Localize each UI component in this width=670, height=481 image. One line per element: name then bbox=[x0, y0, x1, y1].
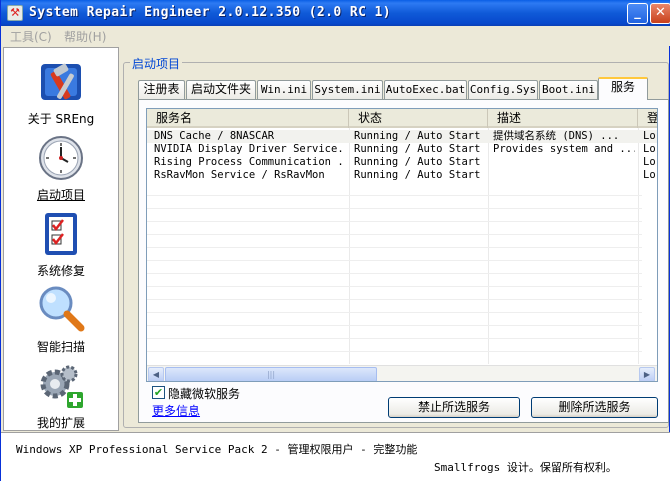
title-bar[interactable]: ⚒ System Repair Engineer 2.0.12.350 (2.0… bbox=[1, 0, 670, 26]
sidebar-item-smart-scan[interactable]: 智能扫描 bbox=[4, 282, 118, 356]
row-divider bbox=[147, 260, 642, 261]
horizontal-scrollbar[interactable]: ◀ ||| ▶ bbox=[147, 365, 657, 381]
tab-boot-ini[interactable]: Boot.ini bbox=[539, 80, 598, 99]
row-divider bbox=[147, 234, 642, 235]
services-list[interactable]: 服务名 状态 描述 登 DNS Cache / 8NASCAR Running … bbox=[146, 108, 658, 382]
clock-icon bbox=[39, 136, 83, 180]
service-logon-cell: Lo bbox=[643, 130, 656, 142]
menu-tools[interactable]: 工具(C) bbox=[10, 28, 52, 45]
row-divider bbox=[147, 273, 642, 274]
sidebar-item-label: 系统修复 bbox=[36, 264, 85, 278]
sidebar-item-repair[interactable]: 系统修复 bbox=[4, 206, 118, 280]
sidebar-item-label: 启动项目 bbox=[36, 188, 85, 202]
service-logon-cell: Lo bbox=[643, 169, 656, 181]
window-title: System Repair Engineer 2.0.12.350 (2.0 R… bbox=[29, 5, 391, 20]
sidebar-item-label: 我的扩展 bbox=[36, 416, 85, 430]
column-header-status[interactable]: 状态 bbox=[349, 109, 488, 128]
row-divider bbox=[147, 325, 642, 326]
table-row[interactable]: DNS Cache / 8NASCAR Running / Auto Start… bbox=[147, 130, 657, 143]
main-window: ⚒ System Repair Engineer 2.0.12.350 (2.0… bbox=[0, 0, 670, 481]
service-description-cell: 提供域名系统 (DNS) ... bbox=[493, 130, 620, 142]
table-row[interactable]: NVIDIA Display Driver Service... Running… bbox=[147, 143, 657, 156]
tab-services[interactable]: 服务 bbox=[598, 77, 648, 100]
tab-system-ini[interactable]: System.ini bbox=[312, 80, 383, 99]
sidebar: 关于 SREng 启动项目 系统修复 智能扫描 我的扩展 bbox=[3, 47, 119, 431]
status-area: Windows XP Professional Service Pack 2 -… bbox=[1, 432, 670, 481]
row-divider bbox=[147, 351, 642, 352]
sidebar-item-label: 关于 SREng bbox=[27, 112, 95, 126]
row-divider bbox=[147, 299, 642, 300]
list-header: 服务名 状态 描述 登 bbox=[147, 109, 657, 128]
stop-selected-services-button[interactable]: 禁止所选服务 bbox=[388, 397, 520, 418]
service-status-cell: Running / Auto Start bbox=[354, 143, 481, 155]
tools-icon bbox=[41, 63, 81, 100]
minimize-button[interactable]: _ bbox=[627, 3, 648, 24]
row-divider bbox=[147, 286, 642, 287]
tab-startup-folder[interactable]: 启动文件夹 bbox=[186, 80, 256, 99]
magnifier-icon bbox=[39, 286, 85, 332]
tab-win-ini[interactable]: Win.ini bbox=[257, 80, 311, 99]
column-header-service-name[interactable]: 服务名 bbox=[147, 109, 349, 128]
service-name-cell: Rising Process Communication ... bbox=[154, 156, 346, 168]
copyright-text: Smallfrogs 设计。保留所有权利。 bbox=[434, 461, 617, 474]
os-info-text: Windows XP Professional Service Pack 2 -… bbox=[16, 443, 418, 456]
service-description-cell: Provides system and ... bbox=[493, 143, 635, 155]
row-divider bbox=[147, 195, 642, 196]
scroll-right-button[interactable]: ▶ bbox=[639, 367, 655, 381]
service-logon-cell: Lo bbox=[643, 156, 656, 168]
service-description-cell bbox=[493, 156, 635, 169]
more-info-link[interactable]: 更多信息 bbox=[152, 402, 200, 419]
service-status-cell: Running / Auto Start bbox=[354, 169, 481, 181]
service-name-cell: RsRavMon Service / RsRavMon bbox=[154, 169, 325, 181]
checklist-icon bbox=[45, 213, 77, 255]
service-name-cell: NVIDIA Display Driver Service... bbox=[154, 143, 346, 155]
scroll-thumb[interactable]: ||| bbox=[165, 367, 377, 381]
tab-registry[interactable]: 注册表 bbox=[138, 80, 185, 99]
row-divider bbox=[147, 312, 642, 313]
gear-plus-icon bbox=[40, 365, 83, 408]
sidebar-item-about[interactable]: 关于 SREng bbox=[4, 54, 118, 128]
sidebar-item-extensions[interactable]: 我的扩展 bbox=[4, 358, 118, 432]
hide-ms-services-label[interactable]: 隐藏微软服务 bbox=[168, 385, 240, 402]
sidebar-item-startup[interactable]: 启动项目 bbox=[4, 130, 118, 204]
delete-selected-services-button[interactable]: 删除所选服务 bbox=[531, 397, 658, 418]
row-divider bbox=[147, 221, 642, 222]
service-description-cell bbox=[493, 169, 635, 182]
tab-autoexec-bat[interactable]: AutoExec.bat bbox=[384, 80, 467, 99]
row-divider bbox=[147, 247, 642, 248]
menu-help[interactable]: 帮助(H) bbox=[64, 28, 106, 45]
row-divider bbox=[147, 208, 642, 209]
service-status-cell: Running / Auto Start bbox=[354, 156, 481, 168]
service-logon-cell: Lo bbox=[643, 143, 656, 155]
table-row[interactable]: Rising Process Communication ... Running… bbox=[147, 156, 657, 169]
hide-ms-services-checkbox[interactable]: ✔ bbox=[152, 386, 165, 399]
table-row[interactable]: RsRavMon Service / RsRavMon Running / Au… bbox=[147, 169, 657, 182]
menu-bar: 工具(C) 帮助(H) bbox=[1, 26, 670, 46]
column-header-description[interactable]: 描述 bbox=[488, 109, 638, 128]
sidebar-item-label: 智能扫描 bbox=[36, 340, 85, 354]
scroll-left-button[interactable]: ◀ bbox=[148, 367, 164, 381]
close-button[interactable]: ✕ bbox=[650, 3, 670, 24]
service-status-cell: Running / Auto Start bbox=[354, 130, 481, 142]
service-name-cell: DNS Cache / 8NASCAR bbox=[154, 130, 275, 142]
group-title: 启动项目 bbox=[130, 55, 183, 72]
app-icon: ⚒ bbox=[7, 5, 23, 21]
column-header-logon[interactable]: 登 bbox=[638, 109, 657, 128]
row-divider bbox=[147, 338, 642, 339]
tab-config-sys[interactable]: Config.Sys bbox=[468, 80, 538, 99]
